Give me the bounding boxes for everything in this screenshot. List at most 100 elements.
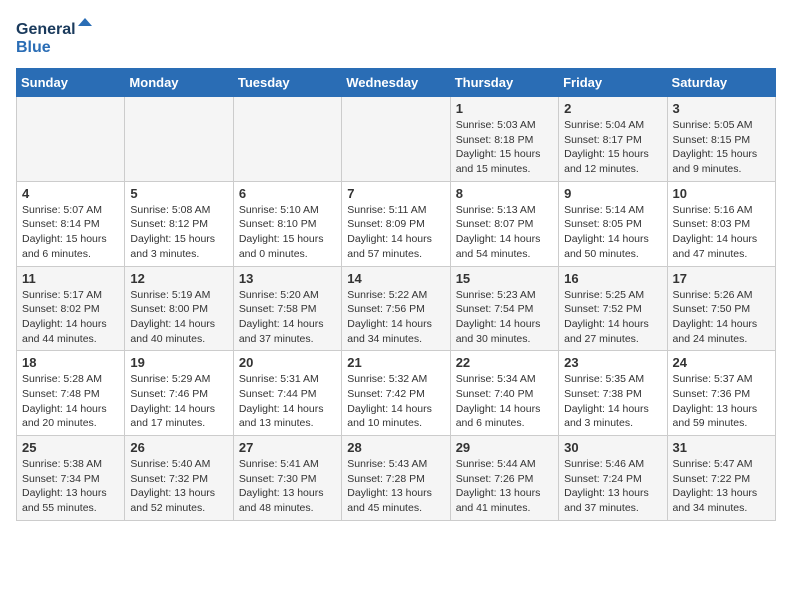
calendar-header-wednesday: Wednesday bbox=[342, 69, 450, 97]
calendar-cell bbox=[233, 97, 341, 182]
day-info: Sunrise: 5:04 AM Sunset: 8:17 PM Dayligh… bbox=[564, 118, 661, 177]
calendar-cell: 11 Sunrise: 5:17 AM Sunset: 8:02 PM Dayli… bbox=[17, 266, 125, 351]
calendar-cell: 12 Sunrise: 5:19 AM Sunset: 8:00 PM Dayli… bbox=[125, 266, 233, 351]
day-info: Sunrise: 5:44 AM Sunset: 7:26 PM Dayligh… bbox=[456, 457, 553, 516]
calendar-cell: 30 Sunrise: 5:46 AM Sunset: 7:24 PM Dayli… bbox=[559, 436, 667, 521]
calendar-cell: 5 Sunrise: 5:08 AM Sunset: 8:12 PM Daylig… bbox=[125, 181, 233, 266]
calendar-cell: 20 Sunrise: 5:31 AM Sunset: 7:44 PM Dayli… bbox=[233, 351, 341, 436]
day-number: 6 bbox=[239, 186, 336, 201]
day-number: 10 bbox=[673, 186, 770, 201]
day-info: Sunrise: 5:03 AM Sunset: 8:18 PM Dayligh… bbox=[456, 118, 553, 177]
day-number: 2 bbox=[564, 101, 661, 116]
day-info: Sunrise: 5:26 AM Sunset: 7:50 PM Dayligh… bbox=[673, 288, 770, 347]
calendar-week-row: 18Sunrise: 5:28 AM Sunset: 7:48 PM Dayli… bbox=[17, 351, 776, 436]
day-number: 28 bbox=[347, 440, 444, 455]
day-number: 19 bbox=[130, 355, 227, 370]
calendar-cell: 24 Sunrise: 5:37 AM Sunset: 7:36 PM Dayli… bbox=[667, 351, 775, 436]
logo-icon: GeneralBlue bbox=[16, 16, 96, 56]
calendar-week-row: 25 Sunrise: 5:38 AM Sunset: 7:34 PM Dayli… bbox=[17, 436, 776, 521]
calendar-cell: 31 Sunrise: 5:47 AM Sunset: 7:22 PM Dayli… bbox=[667, 436, 775, 521]
calendar-week-row: 1 Sunrise: 5:03 AM Sunset: 8:18 PM Daylig… bbox=[17, 97, 776, 182]
day-info: Sunrise: 5:38 AM Sunset: 7:34 PM Dayligh… bbox=[22, 457, 119, 516]
day-info: Sunrise: 5:08 AM Sunset: 8:12 PM Dayligh… bbox=[130, 203, 227, 262]
day-number: 14 bbox=[347, 271, 444, 286]
calendar-cell: 17 Sunrise: 5:26 AM Sunset: 7:50 PM Dayli… bbox=[667, 266, 775, 351]
day-info: Sunrise: 5:41 AM Sunset: 7:30 PM Dayligh… bbox=[239, 457, 336, 516]
day-info: Sunrise: 5:19 AM Sunset: 8:00 PM Dayligh… bbox=[130, 288, 227, 347]
day-info: Sunrise: 5:28 AM Sunset: 7:48 PM Dayligh… bbox=[22, 372, 119, 431]
calendar-header-thursday: Thursday bbox=[450, 69, 558, 97]
calendar-cell bbox=[17, 97, 125, 182]
day-number: 29 bbox=[456, 440, 553, 455]
calendar-cell: 16Sunrise: 5:25 AM Sunset: 7:52 PM Dayli… bbox=[559, 266, 667, 351]
calendar-cell: 8Sunrise: 5:13 AM Sunset: 8:07 PM Daylig… bbox=[450, 181, 558, 266]
calendar-cell: 18Sunrise: 5:28 AM Sunset: 7:48 PM Dayli… bbox=[17, 351, 125, 436]
calendar-cell: 4 Sunrise: 5:07 AM Sunset: 8:14 PM Daylig… bbox=[17, 181, 125, 266]
svg-text:Blue: Blue bbox=[16, 39, 51, 56]
calendar-cell: 2 Sunrise: 5:04 AM Sunset: 8:17 PM Daylig… bbox=[559, 97, 667, 182]
day-info: Sunrise: 5:16 AM Sunset: 8:03 PM Dayligh… bbox=[673, 203, 770, 262]
day-info: Sunrise: 5:32 AM Sunset: 7:42 PM Dayligh… bbox=[347, 372, 444, 431]
day-number: 12 bbox=[130, 271, 227, 286]
page-header: GeneralBlue bbox=[16, 16, 776, 56]
day-number: 25 bbox=[22, 440, 119, 455]
calendar-header-tuesday: Tuesday bbox=[233, 69, 341, 97]
calendar-cell: 23 Sunrise: 5:35 AM Sunset: 7:38 PM Dayli… bbox=[559, 351, 667, 436]
day-info: Sunrise: 5:23 AM Sunset: 7:54 PM Dayligh… bbox=[456, 288, 553, 347]
day-number: 17 bbox=[673, 271, 770, 286]
day-number: 24 bbox=[673, 355, 770, 370]
day-info: Sunrise: 5:46 AM Sunset: 7:24 PM Dayligh… bbox=[564, 457, 661, 516]
calendar-header-monday: Monday bbox=[125, 69, 233, 97]
day-info: Sunrise: 5:22 AM Sunset: 7:56 PM Dayligh… bbox=[347, 288, 444, 347]
calendar-cell: 19 Sunrise: 5:29 AM Sunset: 7:46 PM Dayli… bbox=[125, 351, 233, 436]
day-info: Sunrise: 5:13 AM Sunset: 8:07 PM Dayligh… bbox=[456, 203, 553, 262]
day-number: 23 bbox=[564, 355, 661, 370]
calendar-cell: 3 Sunrise: 5:05 AM Sunset: 8:15 PM Daylig… bbox=[667, 97, 775, 182]
day-info: Sunrise: 5:47 AM Sunset: 7:22 PM Dayligh… bbox=[673, 457, 770, 516]
day-info: Sunrise: 5:20 AM Sunset: 7:58 PM Dayligh… bbox=[239, 288, 336, 347]
day-info: Sunrise: 5:07 AM Sunset: 8:14 PM Dayligh… bbox=[22, 203, 119, 262]
calendar-cell: 29 Sunrise: 5:44 AM Sunset: 7:26 PM Dayli… bbox=[450, 436, 558, 521]
calendar-header-friday: Friday bbox=[559, 69, 667, 97]
calendar-cell: 7Sunrise: 5:11 AM Sunset: 8:09 PM Daylig… bbox=[342, 181, 450, 266]
logo: GeneralBlue bbox=[16, 16, 102, 56]
calendar-cell: 14 Sunrise: 5:22 AM Sunset: 7:56 PM Dayli… bbox=[342, 266, 450, 351]
day-info: Sunrise: 5:11 AM Sunset: 8:09 PM Dayligh… bbox=[347, 203, 444, 262]
calendar-cell: 13 Sunrise: 5:20 AM Sunset: 7:58 PM Dayli… bbox=[233, 266, 341, 351]
day-info: Sunrise: 5:35 AM Sunset: 7:38 PM Dayligh… bbox=[564, 372, 661, 431]
calendar-cell: 22Sunrise: 5:34 AM Sunset: 7:40 PM Dayli… bbox=[450, 351, 558, 436]
day-info: Sunrise: 5:31 AM Sunset: 7:44 PM Dayligh… bbox=[239, 372, 336, 431]
day-number: 3 bbox=[673, 101, 770, 116]
day-number: 21 bbox=[347, 355, 444, 370]
calendar-cell: 9Sunrise: 5:14 AM Sunset: 8:05 PM Daylig… bbox=[559, 181, 667, 266]
calendar-week-row: 4 Sunrise: 5:07 AM Sunset: 8:14 PM Daylig… bbox=[17, 181, 776, 266]
calendar-cell: 21 Sunrise: 5:32 AM Sunset: 7:42 PM Dayli… bbox=[342, 351, 450, 436]
calendar-header-sunday: Sunday bbox=[17, 69, 125, 97]
day-number: 31 bbox=[673, 440, 770, 455]
calendar-week-row: 11 Sunrise: 5:17 AM Sunset: 8:02 PM Dayli… bbox=[17, 266, 776, 351]
day-info: Sunrise: 5:43 AM Sunset: 7:28 PM Dayligh… bbox=[347, 457, 444, 516]
day-info: Sunrise: 5:17 AM Sunset: 8:02 PM Dayligh… bbox=[22, 288, 119, 347]
day-number: 11 bbox=[22, 271, 119, 286]
day-number: 1 bbox=[456, 101, 553, 116]
day-info: Sunrise: 5:05 AM Sunset: 8:15 PM Dayligh… bbox=[673, 118, 770, 177]
calendar-header-saturday: Saturday bbox=[667, 69, 775, 97]
calendar-cell: 10 Sunrise: 5:16 AM Sunset: 8:03 PM Dayli… bbox=[667, 181, 775, 266]
day-number: 27 bbox=[239, 440, 336, 455]
calendar-cell: 25 Sunrise: 5:38 AM Sunset: 7:34 PM Dayli… bbox=[17, 436, 125, 521]
day-info: Sunrise: 5:10 AM Sunset: 8:10 PM Dayligh… bbox=[239, 203, 336, 262]
calendar-cell: 1 Sunrise: 5:03 AM Sunset: 8:18 PM Daylig… bbox=[450, 97, 558, 182]
day-info: Sunrise: 5:37 AM Sunset: 7:36 PM Dayligh… bbox=[673, 372, 770, 431]
day-number: 20 bbox=[239, 355, 336, 370]
calendar-table: SundayMondayTuesdayWednesdayThursdayFrid… bbox=[16, 68, 776, 521]
day-number: 4 bbox=[22, 186, 119, 201]
day-number: 13 bbox=[239, 271, 336, 286]
day-number: 30 bbox=[564, 440, 661, 455]
day-info: Sunrise: 5:40 AM Sunset: 7:32 PM Dayligh… bbox=[130, 457, 227, 516]
day-number: 15 bbox=[456, 271, 553, 286]
day-number: 5 bbox=[130, 186, 227, 201]
day-number: 22 bbox=[456, 355, 553, 370]
day-info: Sunrise: 5:29 AM Sunset: 7:46 PM Dayligh… bbox=[130, 372, 227, 431]
calendar-cell bbox=[342, 97, 450, 182]
calendar-header-row: SundayMondayTuesdayWednesdayThursdayFrid… bbox=[17, 69, 776, 97]
